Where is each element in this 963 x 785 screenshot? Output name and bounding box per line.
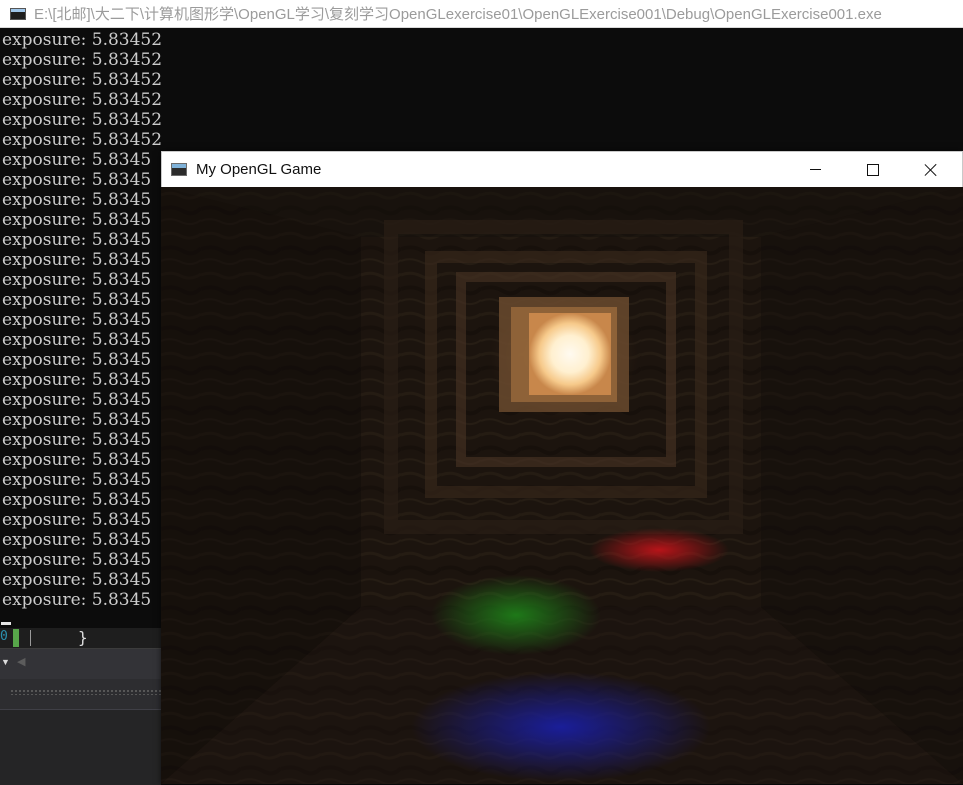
ide-panel-body bbox=[0, 709, 161, 785]
ide-editor-line[interactable]: 0 } bbox=[0, 628, 161, 649]
console-log-line: exposure: 5.8345 bbox=[2, 590, 152, 610]
console-log-line: exposure: 5.83452 bbox=[2, 110, 163, 130]
console-log-line: exposure: 5.83452 bbox=[2, 130, 163, 150]
opengl-window-title: My OpenGL Game bbox=[196, 161, 322, 178]
console-log-line: exposure: 5.8345 bbox=[2, 210, 152, 230]
hdr-light-source bbox=[529, 313, 611, 395]
console-log-line: exposure: 5.8345 bbox=[2, 530, 152, 550]
console-log-line: exposure: 5.8345 bbox=[2, 250, 152, 270]
opengl-titlebar[interactable]: My OpenGL Game bbox=[161, 151, 963, 188]
red-light bbox=[589, 528, 729, 572]
ide-indent-guide bbox=[30, 630, 31, 646]
opengl-viewport[interactable] bbox=[161, 187, 963, 784]
opengl-app-icon bbox=[171, 163, 187, 176]
ide-change-marker bbox=[13, 629, 19, 647]
hdr-tunnel-scene bbox=[161, 187, 963, 784]
console-log-line: exposure: 5.8345 bbox=[2, 390, 152, 410]
green-light bbox=[431, 575, 601, 655]
console-log-line: exposure: 5.8345 bbox=[2, 330, 152, 350]
console-log-line: exposure: 5.8345 bbox=[2, 230, 152, 250]
console-log-line: exposure: 5.8345 bbox=[2, 490, 152, 510]
triangle-left-icon[interactable]: ◀ bbox=[17, 655, 25, 668]
console-log-line: exposure: 5.8345 bbox=[2, 270, 152, 290]
console-log-line: exposure: 5.8345 bbox=[2, 430, 152, 450]
ide-code-text: } bbox=[78, 628, 88, 647]
ide-panel-grip[interactable] bbox=[10, 689, 161, 695]
console-log-line: exposure: 5.8345 bbox=[2, 550, 152, 570]
console-log-line: exposure: 5.83452 bbox=[2, 30, 163, 50]
ide-background: 0 } ▼ ◀ bbox=[0, 628, 161, 785]
console-log-line: exposure: 5.8345 bbox=[2, 410, 152, 430]
console-log-line: exposure: 5.8345 bbox=[2, 190, 152, 210]
minimize-icon bbox=[809, 169, 821, 170]
console-app-icon bbox=[10, 7, 26, 20]
console-log-line: exposure: 5.8345 bbox=[2, 510, 152, 530]
ide-toolbar: ▼ ◀ bbox=[0, 649, 161, 679]
console-log-line: exposure: 5.8345 bbox=[2, 150, 152, 170]
console-log-line: exposure: 5.8345 bbox=[2, 350, 152, 370]
close-icon bbox=[924, 163, 938, 177]
console-titlebar[interactable]: E:\[北邮]\大二下\计算机图形学\OpenGL学习\复刻学习OpenGLex… bbox=[0, 0, 963, 28]
console-log-list: exposure: 5.83452 exposure: 5.83452 exposu… bbox=[2, 30, 162, 610]
console-log-line: exposure: 5.8345 bbox=[2, 450, 152, 470]
minimize-button[interactable] bbox=[786, 152, 844, 187]
console-log-line: exposure: 5.8345 bbox=[2, 170, 152, 190]
close-button[interactable] bbox=[902, 152, 960, 187]
console-log-line: exposure: 5.8345 bbox=[2, 370, 152, 390]
triangle-down-icon[interactable]: ▼ bbox=[1, 657, 10, 667]
console-log-line: exposure: 5.8345 bbox=[2, 470, 152, 490]
maximize-button[interactable] bbox=[844, 152, 902, 187]
console-log-line: exposure: 5.83452 bbox=[2, 90, 163, 110]
maximize-icon bbox=[867, 163, 879, 176]
console-log-line: exposure: 5.8345 bbox=[2, 570, 152, 590]
console-log-line: exposure: 5.83452 bbox=[2, 50, 163, 70]
console-log-line: exposure: 5.8345 bbox=[2, 290, 152, 310]
ide-line-number: 0 bbox=[0, 629, 8, 644]
console-log-line: exposure: 5.8345 bbox=[2, 310, 152, 330]
console-window-title: E:\[北邮]\大二下\计算机图形学\OpenGL学习\复刻学习OpenGLex… bbox=[34, 6, 882, 23]
console-cursor bbox=[1, 622, 11, 625]
console-log-line: exposure: 5.83452 bbox=[2, 70, 163, 90]
opengl-window: My OpenGL Game bbox=[161, 151, 963, 784]
ide-output-panel bbox=[0, 679, 161, 785]
blue-light bbox=[411, 672, 711, 782]
